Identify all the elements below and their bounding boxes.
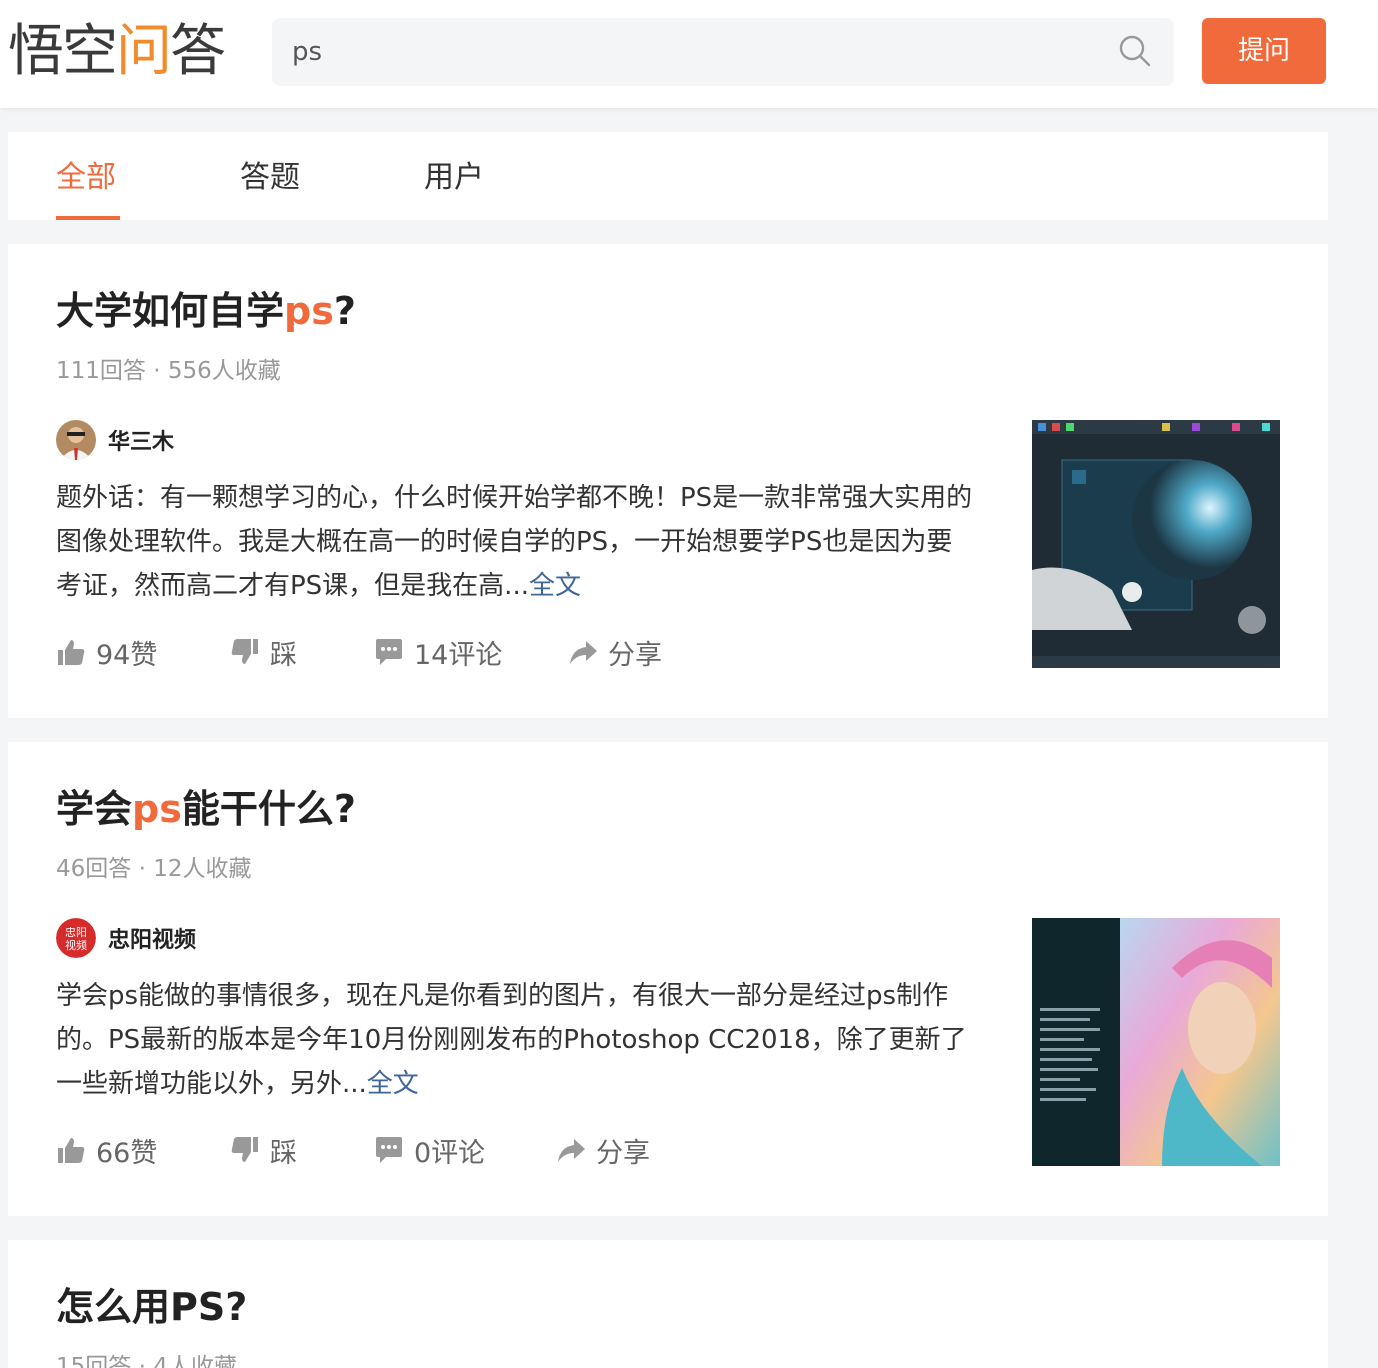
excerpt-text: 题外话：有一颗想学习的心，什么时候开始学都不晚！PS是一款非常强大实用的图像处理…: [56, 483, 973, 601]
result-card: 学会ps能干什么? 46回答 · 12人收藏 忠阳 视频 忠阳视频 学会ps能做…: [8, 742, 1328, 1216]
answer-author[interactable]: 忠阳 视频 忠阳视频: [56, 918, 196, 958]
result-card: 大学如何自学ps? 111回答 · 556人收藏 华三木 题外话：有一颗想学习的…: [8, 244, 1328, 718]
search-icon[interactable]: [1118, 34, 1152, 68]
title-highlight: ps: [132, 787, 182, 831]
like-count: 94赞: [96, 639, 158, 671]
thumbs-up-icon: [58, 1138, 85, 1163]
title-highlight: ps: [284, 289, 334, 333]
logo[interactable]: 悟空问答: [8, 19, 226, 84]
thumbnail-image: [1032, 918, 1280, 1166]
question-title[interactable]: 学会ps能干什么?: [56, 784, 356, 834]
share-icon: [558, 1139, 585, 1162]
title-text-end: 能干什么?: [181, 787, 356, 831]
question-title[interactable]: 大学如何自学ps?: [56, 286, 356, 336]
read-more-link[interactable]: 全文: [529, 571, 581, 601]
share-label: 分享: [596, 1137, 650, 1169]
share-button[interactable]: 分享: [568, 632, 662, 672]
ask-question-button[interactable]: 提问: [1202, 18, 1326, 84]
like-button[interactable]: 66赞: [56, 1130, 157, 1170]
result-tabs: 全部 答题 用户: [8, 132, 1328, 220]
answer-author[interactable]: 华三木: [56, 420, 174, 460]
answer-thumbnail[interactable]: [1032, 918, 1280, 1166]
svg-text:视频: 视频: [65, 938, 87, 952]
comment-count: 0评论: [414, 1137, 486, 1169]
excerpt-text: 学会ps能做的事情很多，现在凡是你看到的图片，有很大一部分是经过ps制作的。PS…: [56, 981, 967, 1099]
search-box[interactable]: [272, 18, 1174, 86]
read-more-link[interactable]: 全文: [367, 1069, 419, 1099]
question-meta: 111回答 · 556人收藏: [56, 358, 281, 384]
title-text-end: ?: [333, 289, 356, 333]
avatar[interactable]: [56, 420, 96, 460]
tab-answers[interactable]: 答题: [240, 158, 300, 198]
like-count: 66赞: [96, 1137, 158, 1169]
answer-thumbnail[interactable]: [1032, 420, 1280, 668]
thumbs-down-icon: [231, 639, 258, 664]
comment-button[interactable]: 14评论: [374, 632, 502, 672]
thumbnail-image: [1032, 420, 1280, 668]
comment-icon: [376, 639, 402, 665]
title-text: 学会: [56, 787, 133, 831]
avatar[interactable]: 忠阳 视频: [56, 918, 96, 958]
tab-users[interactable]: 用户: [424, 158, 484, 198]
comment-count: 14评论: [414, 639, 503, 671]
dislike-label: 踩: [270, 639, 297, 671]
logo-text-1: 悟空: [8, 19, 118, 84]
tab-active-indicator: [56, 216, 120, 220]
search-input[interactable]: [292, 30, 1092, 74]
title-text: 大学如何自学: [56, 289, 285, 333]
share-button[interactable]: 分享: [556, 1130, 650, 1170]
tab-all[interactable]: 全部: [56, 158, 116, 198]
like-button[interactable]: 94赞: [56, 632, 157, 672]
share-icon: [570, 641, 597, 664]
logo-text-accent: 问: [116, 19, 172, 84]
author-name: 华三木: [108, 430, 175, 455]
thumbs-down-icon: [231, 1137, 258, 1162]
share-label: 分享: [608, 639, 662, 671]
dislike-button[interactable]: 踩: [230, 632, 297, 672]
top-header: 悟空问答 提问: [0, 0, 1378, 108]
dislike-button[interactable]: 踩: [230, 1130, 297, 1170]
answer-excerpt[interactable]: 题外话：有一颗想学习的心，什么时候开始学都不晚！PS是一款非常强大实用的图像处理…: [56, 476, 976, 608]
avatar-image: 忠阳 视频: [56, 918, 96, 958]
author-name: 忠阳视频: [108, 928, 197, 953]
thumbs-up-icon: [58, 640, 85, 665]
dislike-label: 踩: [270, 1137, 297, 1169]
comment-button[interactable]: 0评论: [374, 1130, 485, 1170]
answer-excerpt[interactable]: 学会ps能做的事情很多，现在凡是你看到的图片，有很大一部分是经过ps制作的。PS…: [56, 974, 976, 1106]
avatar-image: [56, 420, 96, 460]
title-text: 怎么用PS?: [56, 1285, 248, 1329]
result-card: 怎么用PS? 15回答 · 4人收藏: [8, 1240, 1328, 1368]
question-meta: 46回答 · 12人收藏: [56, 856, 252, 882]
question-title[interactable]: 怎么用PS?: [56, 1282, 247, 1332]
logo-text-2: 答: [170, 19, 226, 84]
svg-text:忠阳: 忠阳: [65, 926, 87, 939]
question-meta: 15回答 · 4人收藏: [56, 1354, 237, 1368]
comment-icon: [376, 1137, 402, 1163]
